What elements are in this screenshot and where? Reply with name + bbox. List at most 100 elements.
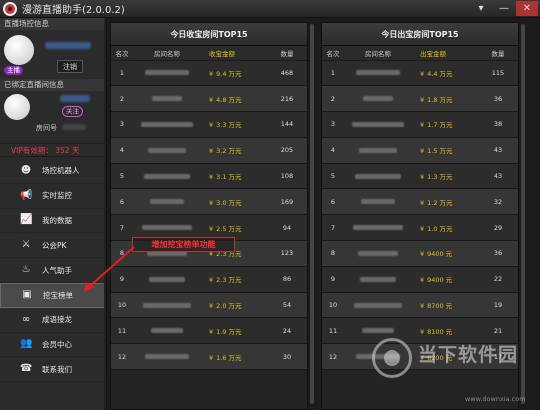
room-name-blurred	[143, 302, 191, 308]
room-name-blurred	[145, 70, 189, 76]
count-cell: 115	[476, 60, 518, 87]
rank-cell: 11	[322, 317, 344, 345]
rank-cell: 4	[111, 137, 133, 164]
count-cell: 86	[265, 266, 307, 293]
room-name-cell	[133, 111, 201, 138]
table-row[interactable]: 10 ¥8700 元 19	[322, 292, 518, 319]
rank-cell: 12	[322, 343, 344, 371]
amount-value: 1.9 万元	[216, 327, 242, 336]
minimize-button[interactable]: —	[493, 1, 515, 16]
nav-item-contact[interactable]: ☎ 联系我们	[0, 357, 106, 383]
table-row[interactable]: 11 ¥1.9 万元 24	[111, 317, 307, 345]
table-row[interactable]: 12 ¥1.6 万元 30	[111, 343, 307, 371]
room-name-cell	[133, 137, 201, 164]
left-panel-scrollbar[interactable]	[309, 22, 315, 410]
amount-value: 1.7 万元	[427, 121, 453, 130]
room-info: 关注 房间号	[0, 91, 106, 143]
nav-label: 我的数据	[42, 215, 72, 225]
nav-item-robot[interactable]: ☻ 场控机器人	[0, 159, 106, 184]
table-row[interactable]: 5 ¥1.3 万元 43	[322, 163, 518, 190]
amount-cell: ¥8700 元	[412, 292, 476, 319]
nav-label: 场控机器人	[42, 166, 80, 176]
room-name-cell	[344, 111, 412, 138]
room-name-cell	[344, 137, 412, 164]
headset-icon: ☎	[20, 363, 33, 375]
rank-cell: 11	[111, 317, 133, 345]
room-name-blurred	[356, 70, 400, 76]
nav-item-treasure-ranking[interactable]: ▣ 挖宝榜单	[0, 282, 106, 308]
nav-item-idiom-chain[interactable]: ∞ 成语接龙	[0, 308, 106, 333]
rank-cell: 1	[322, 60, 344, 87]
table-row[interactable]: 2 ¥4.8 万元 216	[111, 85, 307, 113]
link-icon: ∞	[21, 313, 31, 325]
amount-value: 2.0 万元	[216, 302, 242, 311]
table-row[interactable]: 6 ¥1.2 万元 32	[322, 188, 518, 216]
nav-label: 会员中心	[42, 339, 72, 349]
amount-cell: ¥9.4 万元	[201, 60, 265, 87]
amount-value: 1.5 万元	[427, 147, 453, 156]
table-row[interactable]: 5 ¥3.1 万元 108	[111, 163, 307, 190]
yen-icon: ¥	[209, 276, 214, 285]
table-row[interactable]: 8 ¥9400 元 36	[322, 240, 518, 267]
yen-icon: ¥	[420, 198, 425, 207]
amount-value: 8700 元	[427, 302, 453, 311]
room-name-blurred	[151, 328, 183, 334]
ranking-table: 名次 房间名称 出宝金额 数量 1 ¥4.4 万元 115 2 ¥1.8 万元 36 3 ¥1…	[322, 46, 518, 371]
room-name-cell	[344, 60, 412, 87]
table-row[interactable]: 4 ¥3.2 万元 205	[111, 137, 307, 164]
menu-dropdown-button[interactable]: ▾	[470, 1, 492, 16]
room-name-blurred	[141, 121, 193, 127]
sidebar-scrollbar[interactable]	[104, 18, 106, 410]
table-row[interactable]: 3 ¥3.3 万元 144	[111, 111, 307, 138]
table-row[interactable]: 9 ¥9400 元 22	[322, 266, 518, 293]
ranking-table: 名次 房间名称 收宝金额 数量 1 ¥9.4 万元 468 2 ¥4.8 万元 216 3 ¥…	[111, 46, 307, 371]
count-cell: 54	[265, 292, 307, 319]
receive-treasure-panel: 今日收宝房间TOP15 名次 房间名称 收宝金额 数量 1 ¥9.4 万元 468 2…	[110, 22, 308, 410]
table-body: 1 ¥9.4 万元 468 2 ¥4.8 万元 216 3 ¥3.3 万元 144 4 ¥3.2 万…	[111, 60, 307, 371]
table-row[interactable]: 1 ¥4.4 万元 115	[322, 60, 518, 87]
nav-item-member-center[interactable]: 👥 会员中心	[0, 333, 106, 358]
nav-item-guild-pk[interactable]: ⚔ 公会PK	[0, 233, 106, 259]
table-row[interactable]: 10 ¥2.0 万元 54	[111, 292, 307, 319]
count-cell: 19	[476, 292, 518, 319]
col-room-name: 房间名称	[133, 46, 201, 61]
room-name-blurred	[358, 250, 398, 256]
room-name-blurred	[354, 302, 402, 308]
follow-badge[interactable]: 关注	[62, 106, 83, 117]
yen-icon: ¥	[209, 173, 214, 182]
scroll-thumb[interactable]	[310, 24, 314, 404]
room-name-blurred	[152, 96, 182, 102]
room-name-cell	[133, 163, 201, 190]
amount-cell: ¥1.0 万元	[412, 214, 476, 242]
host-name-blurred	[45, 42, 91, 49]
nav-item-my-data[interactable]: 📈 我的数据	[0, 209, 106, 234]
table-row[interactable]: 6 ¥3.0 万元 169	[111, 188, 307, 216]
room-name-cell	[133, 85, 201, 113]
table-row[interactable]: 1 ¥9.4 万元 468	[111, 60, 307, 87]
yen-icon: ¥	[420, 95, 425, 104]
yen-icon: ¥	[209, 147, 214, 156]
count-cell: 38	[476, 111, 518, 138]
room-name-cell	[344, 240, 412, 267]
rank-cell: 6	[322, 188, 344, 216]
rank-cell: 1	[111, 60, 133, 87]
table-row[interactable]: 7 ¥1.0 万元 29	[322, 214, 518, 242]
logout-button[interactable]: 注销	[57, 60, 83, 73]
table-row[interactable]: 2 ¥1.8 万元 36	[322, 85, 518, 113]
room-owner-blurred	[60, 95, 90, 102]
nav-item-monitor[interactable]: 📢 实时监控	[0, 184, 106, 209]
yen-icon: ¥	[209, 95, 214, 104]
rank-cell: 2	[111, 85, 133, 113]
amount-cell: ¥1.7 万元	[412, 111, 476, 138]
amount-cell: ¥9400 元	[412, 240, 476, 267]
table-row[interactable]: 9 ¥2.3 万元 86	[111, 266, 307, 293]
nav-item-popularity[interactable]: ♨ 人气助手	[0, 258, 106, 283]
rank-cell: 10	[111, 292, 133, 319]
table-row[interactable]: 3 ¥1.7 万元 38	[322, 111, 518, 138]
yen-icon: ¥	[209, 302, 214, 311]
table-row[interactable]: 4 ¥1.5 万元 43	[322, 137, 518, 164]
nav-label: 成语接龙	[42, 315, 72, 325]
room-name-blurred	[149, 276, 185, 282]
amount-cell: ¥4.8 万元	[201, 85, 265, 113]
close-button[interactable]: ✕	[516, 1, 538, 16]
